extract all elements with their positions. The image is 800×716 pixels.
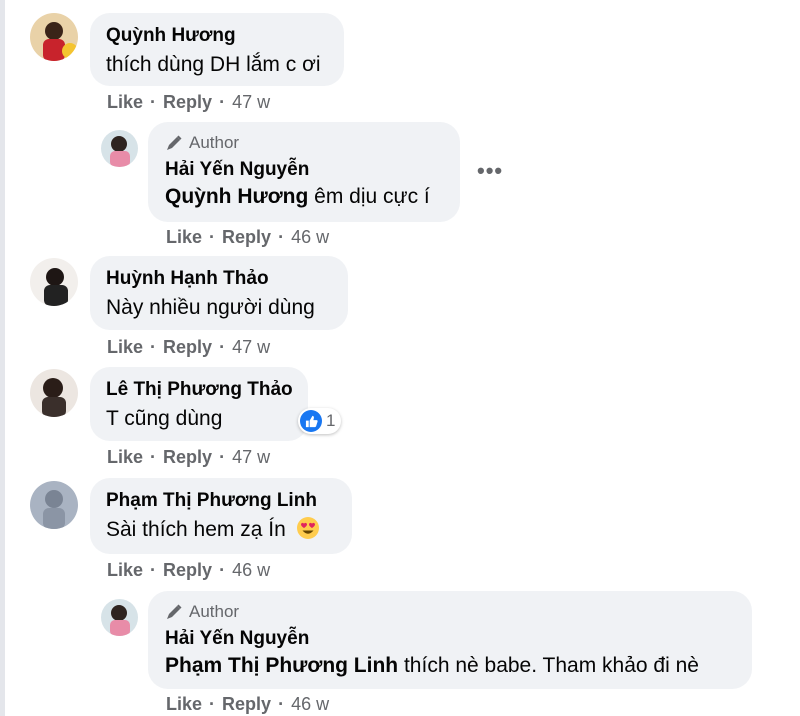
like-button[interactable]: Like bbox=[166, 227, 202, 248]
comment-text-body: thích nè babe. Tham khảo đi nè bbox=[403, 654, 699, 677]
comment-bubble: Lê Thị Phương Thảo T cũng dùng bbox=[90, 367, 308, 441]
reply-button[interactable]: Reply bbox=[163, 337, 212, 358]
timestamp[interactable]: 47 w bbox=[232, 337, 270, 358]
separator: · bbox=[278, 694, 285, 714]
reply-button[interactable]: Reply bbox=[163, 560, 212, 581]
timestamp[interactable]: 47 w bbox=[232, 447, 270, 468]
comment-text: Này nhiều người dùng bbox=[106, 296, 315, 319]
comment-text-body: Sài thích hem zạ Ín bbox=[106, 518, 286, 541]
avatar[interactable] bbox=[30, 13, 78, 61]
like-icon bbox=[300, 410, 322, 432]
separator: · bbox=[209, 694, 216, 714]
mention-link[interactable]: Quỳnh Hương bbox=[165, 185, 308, 208]
comment-bubble: Quỳnh Hương thích dùng DH lắm c ơi bbox=[90, 13, 344, 86]
separator: · bbox=[150, 447, 157, 467]
like-button[interactable]: Like bbox=[107, 447, 143, 468]
avatar[interactable] bbox=[30, 481, 78, 529]
comment-author[interactable]: Hải Yến Nguyễn bbox=[165, 158, 443, 182]
comment-text: T cũng dùng bbox=[106, 407, 223, 430]
comment-text-body: êm dịu cực í bbox=[314, 185, 430, 208]
avatar[interactable] bbox=[101, 599, 138, 636]
comment-text: Phạm Thị Phương Linh thích nè babe. Tham… bbox=[165, 652, 735, 680]
thread-line bbox=[0, 0, 5, 716]
like-button[interactable]: Like bbox=[107, 337, 143, 358]
reply-button[interactable]: Reply bbox=[163, 92, 212, 113]
like-button[interactable]: Like bbox=[107, 560, 143, 581]
comment-actions: Like · Reply · 47 w bbox=[107, 337, 270, 358]
timestamp[interactable]: 46 w bbox=[291, 694, 329, 715]
like-button[interactable]: Like bbox=[107, 92, 143, 113]
separator: · bbox=[209, 227, 216, 247]
author-badge: Author bbox=[165, 601, 735, 623]
author-badge-label: Author bbox=[189, 133, 240, 152]
like-button[interactable]: Like bbox=[166, 694, 202, 715]
comment-text: Quỳnh Hương êm dịu cực í bbox=[165, 183, 443, 211]
comment-text: thích dùng DH lắm c ơi bbox=[106, 53, 321, 76]
author-badge: Author bbox=[165, 132, 443, 154]
comment-author[interactable]: Lê Thị Phương Thảo bbox=[106, 378, 293, 402]
avatar[interactable] bbox=[101, 130, 138, 167]
comment-author[interactable]: Phạm Thị Phương Linh bbox=[106, 489, 336, 513]
pencil-icon bbox=[167, 135, 182, 150]
timestamp[interactable]: 46 w bbox=[232, 560, 270, 581]
comment-author[interactable]: Huỳnh Hạnh Thảo bbox=[106, 267, 332, 291]
separator: · bbox=[278, 227, 285, 247]
timestamp[interactable]: 46 w bbox=[291, 227, 329, 248]
separator: · bbox=[150, 560, 157, 580]
reaction-count: 1 bbox=[326, 411, 336, 430]
comment-bubble: Huỳnh Hạnh Thảo Này nhiều người dùng bbox=[90, 256, 348, 330]
mention-link[interactable]: Phạm Thị Phương Linh bbox=[165, 654, 398, 677]
separator: · bbox=[219, 560, 226, 580]
comment-author[interactable]: Hải Yến Nguyễn bbox=[165, 627, 735, 651]
comment-actions: Like · Reply · 47 w bbox=[107, 92, 270, 113]
separator: · bbox=[219, 447, 226, 467]
avatar[interactable] bbox=[30, 258, 78, 306]
reply-button[interactable]: Reply bbox=[222, 227, 271, 248]
author-badge-label: Author bbox=[189, 602, 240, 621]
reply-button[interactable]: Reply bbox=[222, 694, 271, 715]
reaction-summary[interactable]: 1 bbox=[298, 408, 342, 434]
comment-actions: Like · Reply · 46 w bbox=[166, 694, 329, 715]
reply-button[interactable]: Reply bbox=[163, 447, 212, 468]
separator: · bbox=[219, 92, 226, 112]
separator: · bbox=[219, 337, 226, 357]
comment-actions: Like · Reply · 46 w bbox=[107, 560, 270, 581]
heart-eyes-emoji-icon bbox=[296, 517, 319, 539]
pencil-icon bbox=[167, 604, 182, 619]
comment-bubble: Author Hải Yến Nguyễn Phạm Thị Phương Li… bbox=[148, 591, 752, 689]
separator: · bbox=[150, 92, 157, 112]
comment-text: Sài thích hem zạ Ín bbox=[106, 516, 336, 544]
comment-author[interactable]: Quỳnh Hương bbox=[106, 24, 328, 48]
avatar[interactable] bbox=[30, 369, 78, 417]
comment-bubble: Phạm Thị Phương Linh Sài thích hem zạ Ín bbox=[90, 478, 352, 554]
comment-actions: Like · Reply · 46 w bbox=[166, 227, 329, 248]
separator: · bbox=[150, 337, 157, 357]
more-options-button[interactable]: ••• bbox=[477, 158, 503, 184]
comment-bubble: Author Hải Yến Nguyễn Quỳnh Hương êm dịu… bbox=[148, 122, 460, 222]
comment-actions: Like · Reply · 47 w bbox=[107, 447, 270, 468]
timestamp[interactable]: 47 w bbox=[232, 92, 270, 113]
